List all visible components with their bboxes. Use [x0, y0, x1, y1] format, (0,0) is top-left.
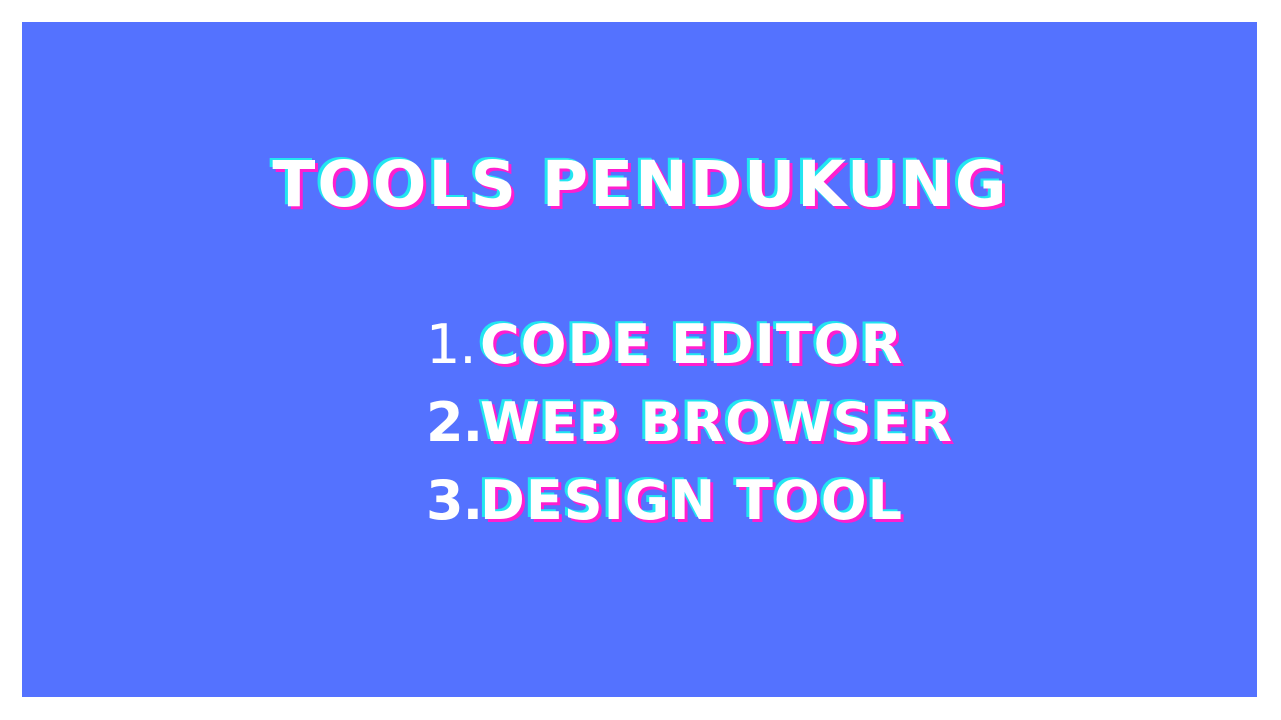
list-item-number: 3.: [426, 469, 483, 532]
tools-list: 1. CODE EDITOR 2. WEB BROWSER 3. DESIGN …: [426, 306, 953, 540]
list-item: 2. WEB BROWSER: [426, 384, 953, 462]
slide-title: TOOLS PENDUKUNG: [272, 148, 1009, 221]
list-item: 1. CODE EDITOR: [426, 306, 953, 384]
list-item-label: DESIGN TOOL: [480, 469, 904, 532]
list-item-number: 1.: [426, 313, 477, 376]
list-item: 3. DESIGN TOOL: [426, 462, 953, 540]
list-item-label: WEB BROWSER: [480, 391, 953, 454]
list-item-label: CODE EDITOR: [480, 313, 904, 376]
list-item-number: 2.: [426, 391, 483, 454]
